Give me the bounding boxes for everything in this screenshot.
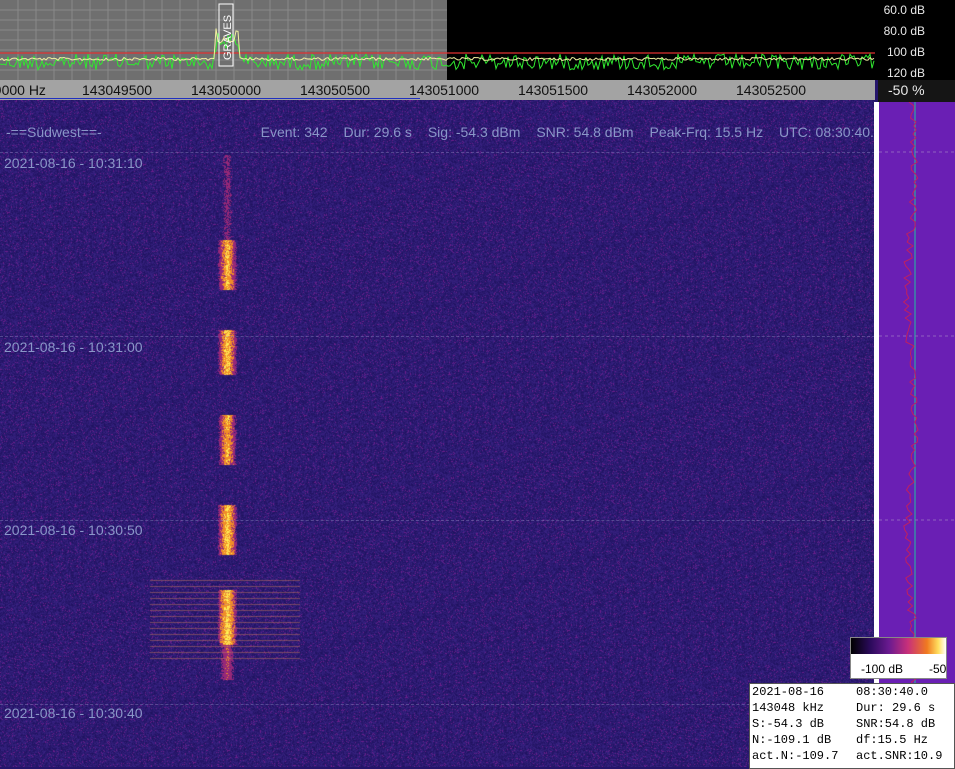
readout-act-snr: act.SNR:10.9 [856,749,943,763]
spectrum-trace: GRAVES [0,0,875,80]
percent-box[interactable]: -50 % [878,80,955,102]
event-number: Event: 342 [260,124,328,140]
db-scale: 60.0 dB 80.0 dB 100 dB 120 dB [875,0,955,80]
colorbar-max-label: -50 [929,662,947,676]
event-duration: Dur: 29.6 s [343,124,412,140]
timestamp-label: 2021-08-16 - 10:31:10 [4,155,143,171]
db-label: 100 dB [886,45,925,59]
readout-freq: 143048 kHz [752,701,825,715]
timestamp-label: 2021-08-16 - 10:30:40 [4,705,143,721]
db-label: 60.0 dB [883,3,925,17]
freq-range-bar [0,98,420,99]
color-gradient [851,638,946,654]
readout-act-noise: act.N:-109.7 [752,749,839,763]
percent-label: -50 % [888,82,925,98]
event-signal: Sig: -54.3 dBm [427,124,521,140]
freq-tick-label: 143049500 [82,82,153,98]
readout-duration: Dur: 29.6 s [856,701,936,715]
readout-time: 08:30:40.0 [856,685,929,699]
freq-tick-label: 143050500 [300,82,371,98]
waterfall-display[interactable]: -==Südwest==- Event: 342 Dur: 29.6 s Sig… [0,100,875,767]
spectrum-display[interactable]: GRAVES [0,0,875,80]
db-label: 120 dB [886,66,925,80]
timestamp-label: 2021-08-16 - 10:30:50 [4,522,143,538]
readout-date: 2021-08-16 [752,685,825,699]
time-gridline [0,520,875,521]
readout-df: df:15.5 Hz [856,733,929,747]
readout-signal: S:-54.3 dB [752,717,825,731]
time-gridline [0,152,875,153]
event-header: -==Südwest==- Event: 342 Dur: 29.6 s Sig… [6,124,875,140]
freq-tick-label: 143050000 [191,82,262,98]
freq-tick-label: 143051000 [409,82,480,98]
event-readout: 2021-08-16 08:30:40.0 143048 kHz Dur: 29… [749,683,955,769]
event-utc: UTC: 08:30:40.0 [778,124,875,140]
graves-marker-label: GRAVES [222,15,234,60]
event-snr: SNR: 54.8 dBm [536,124,634,140]
db-label: 80.0 dB [883,24,925,38]
freq-tick-label: 49000 Hz [0,82,46,98]
readout-noise: N:-109.1 dB [752,733,832,747]
readout-snr: SNR:54.8 dB [856,717,936,731]
event-peak-freq: Peak-Frq: 15.5 Hz [649,124,764,140]
freq-tick-label: 143051500 [518,82,589,98]
freq-tick-label: 143052000 [627,82,698,98]
freq-tick-label: 143052500 [736,82,807,98]
colorbar-min-label: -100 dB [861,662,904,676]
time-gridline [0,336,875,337]
color-scale: -100 dB -50 [850,637,947,679]
waterfall-canvas [0,100,875,767]
station-name: -==Südwest==- [6,124,102,140]
timestamp-label: 2021-08-16 - 10:31:00 [4,339,143,355]
frequency-axis[interactable]: 49000 Hz 143049500 143050000 143050500 1… [0,80,875,100]
